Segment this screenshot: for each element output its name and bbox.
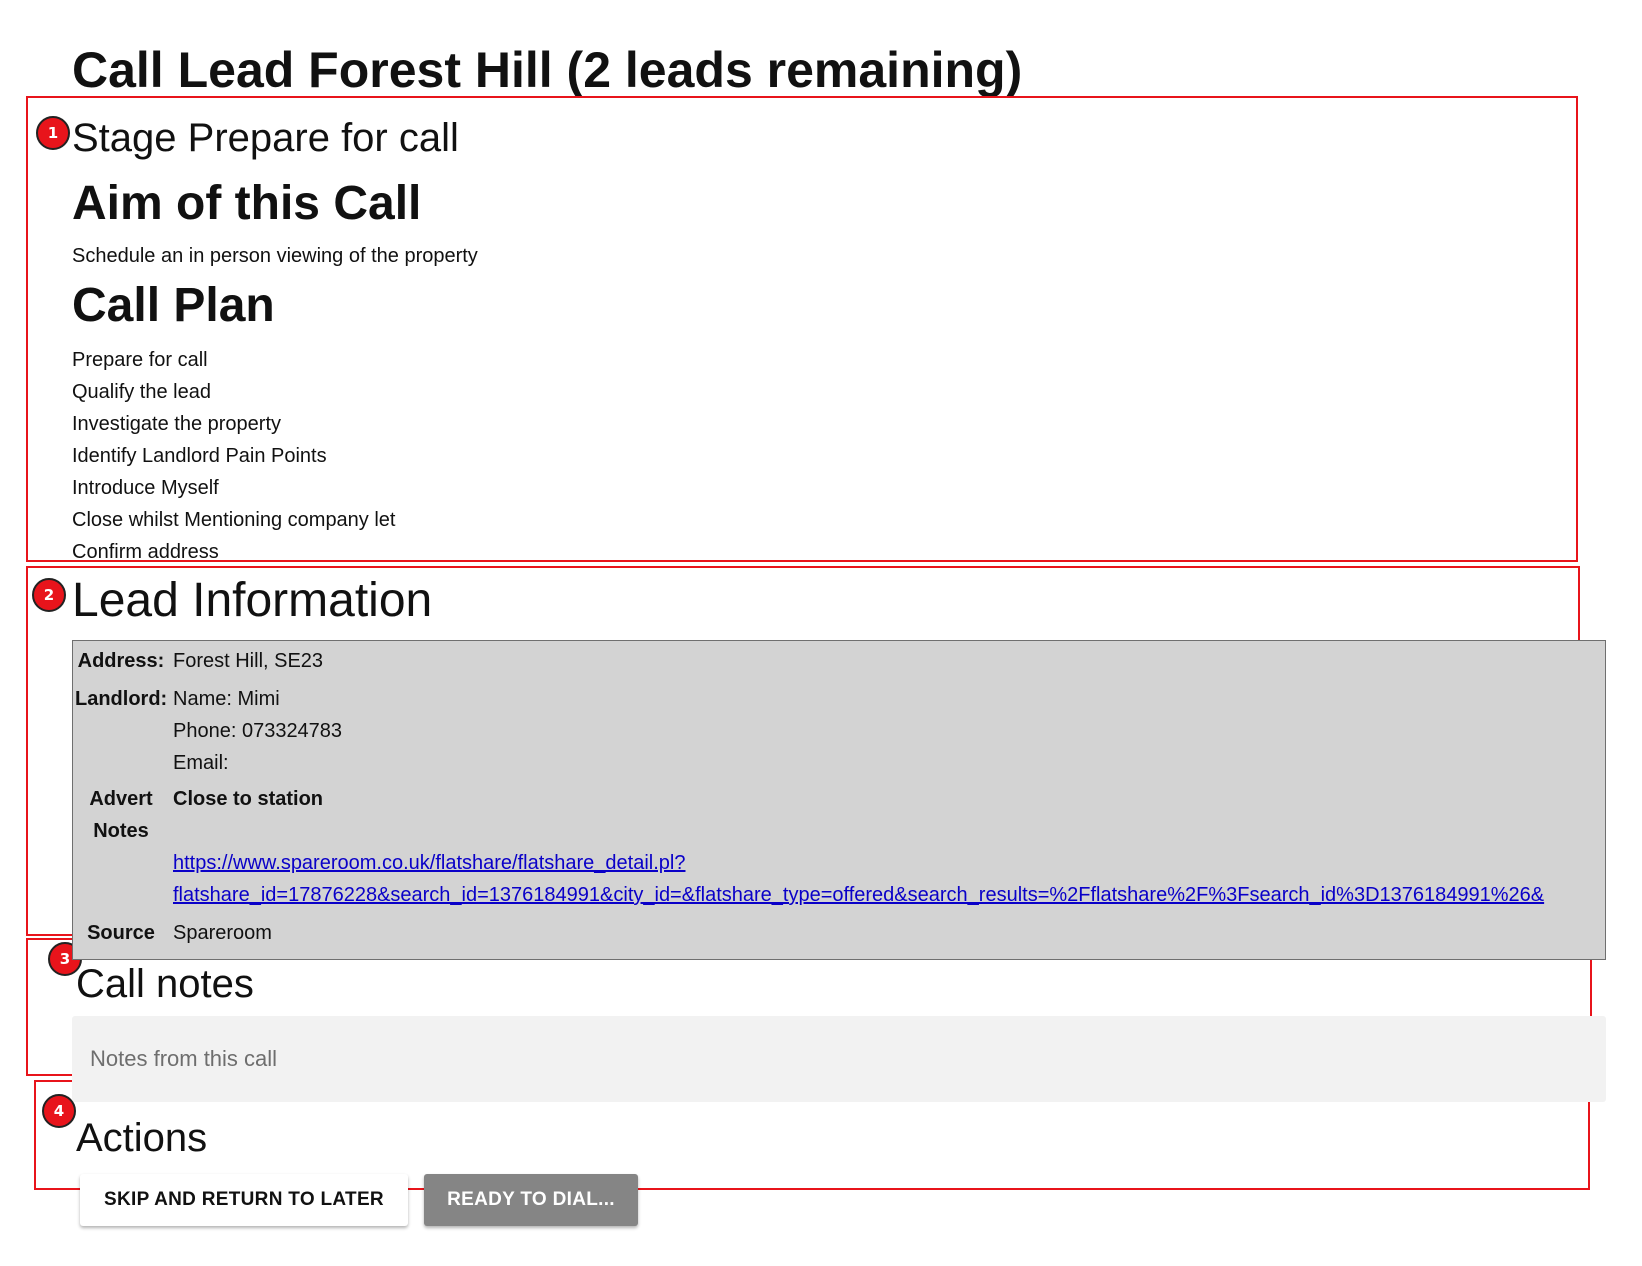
call-plan-item: Investigate the property (72, 413, 282, 435)
skip-and-return-button[interactable]: SKIP AND RETURN TO LATER (80, 1174, 408, 1226)
address-value: Forest Hill, SE23 (173, 650, 324, 672)
lead-information-heading: Lead Information (72, 574, 433, 627)
call-plan-heading: Call Plan (72, 279, 275, 332)
call-plan-item: Identify Landlord Pain Points (72, 445, 327, 467)
lead-information-table: Address: Forest Hill, SE23 Landlord: Nam… (72, 640, 1606, 960)
advert-link-line2[interactable]: flatshare_id=17876228&search_id=13761849… (173, 879, 1544, 911)
source-value: Spareroom (173, 922, 272, 944)
landlord-email: Email: (173, 752, 229, 774)
aim-text: Schedule an in person viewing of the pro… (72, 245, 478, 267)
advert-notes-label: Advert Notes (75, 783, 167, 847)
advert-notes-label-line2: Notes (93, 820, 149, 842)
landlord-label: Landlord: (75, 688, 168, 710)
landlord-name: Name: Mimi (173, 688, 280, 710)
call-plan-item: Introduce Myself (72, 477, 219, 499)
annotation-badge-4: 4 (42, 1094, 76, 1128)
annotation-badge-2: 2 (32, 578, 66, 612)
annotation-badge-1: 1 (36, 116, 70, 150)
source-label: Source (87, 922, 155, 944)
advert-title: Close to station (173, 788, 324, 810)
advert-link-line1[interactable]: https://www.spareroom.co.uk/flatshare/fl… (173, 847, 685, 879)
aim-heading: Aim of this Call (72, 177, 422, 230)
actions-heading: Actions (76, 1116, 208, 1160)
page-title: Call Lead Forest Hill (2 leads remaining… (72, 42, 1023, 98)
call-plan-list: Prepare for call Qualify the lead Invest… (72, 344, 396, 568)
call-notes-input[interactable] (72, 1016, 1606, 1102)
call-plan-item: Prepare for call (72, 349, 208, 371)
ready-to-dial-button[interactable]: READY TO DIAL... (424, 1174, 638, 1226)
call-plan-item: Qualify the lead (72, 381, 211, 403)
call-notes-heading: Call notes (76, 962, 254, 1006)
call-plan-item: Confirm address (72, 541, 219, 563)
landlord-phone: Phone: 073324783 (173, 720, 343, 742)
call-plan-item: Close whilst Mentioning company let (72, 509, 396, 531)
advert-notes-label-line1: Advert (89, 788, 153, 810)
address-label: Address: (77, 650, 165, 672)
stage-heading: Stage Prepare for call (72, 116, 459, 160)
